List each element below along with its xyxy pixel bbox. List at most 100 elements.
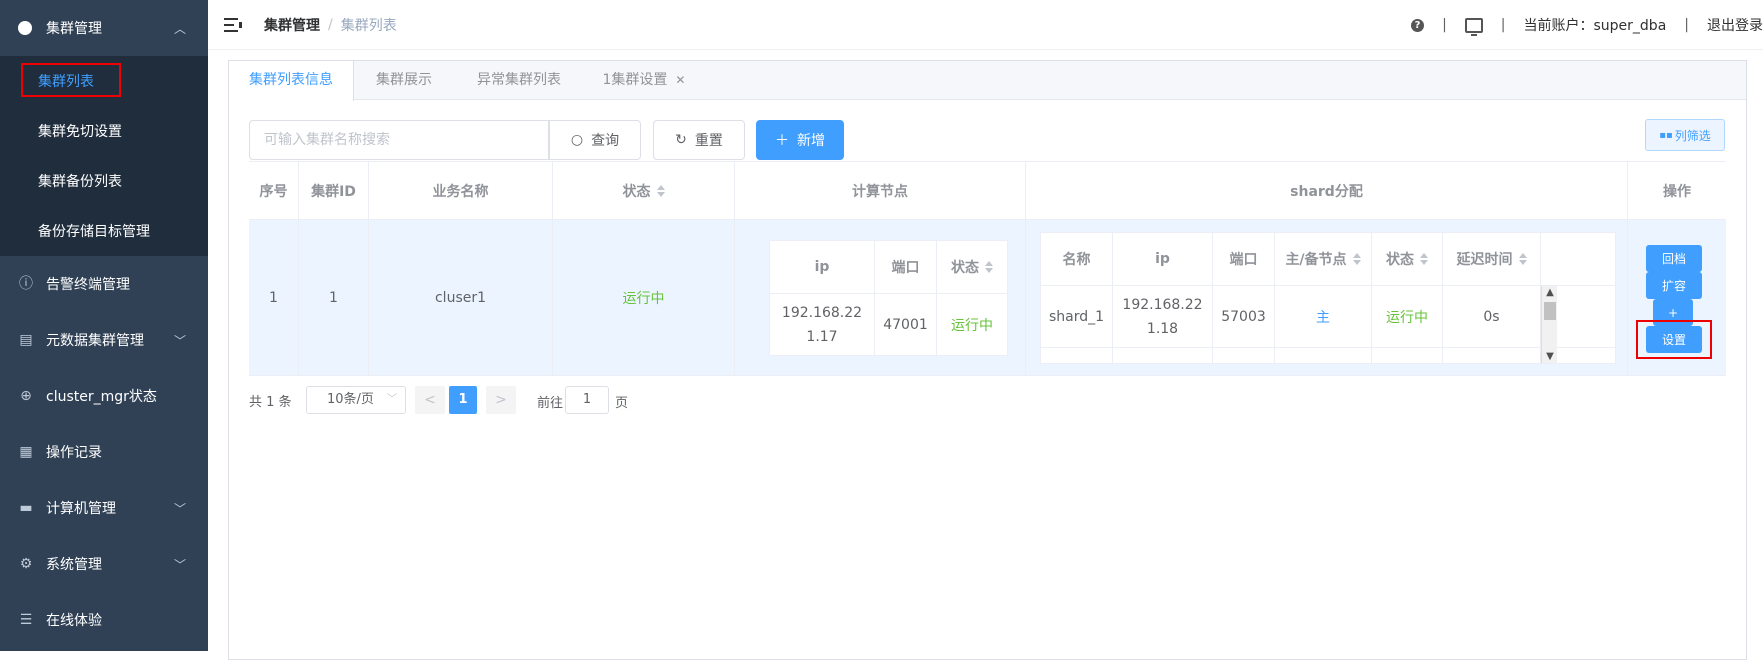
scroll-up-icon[interactable]: ▲: [1542, 286, 1558, 300]
breadcrumb-item[interactable]: 集群管理: [264, 15, 320, 35]
shard-col-role[interactable]: 主/备节点: [1275, 233, 1372, 285]
compute-col-status[interactable]: 状态: [937, 241, 1007, 293]
shard-col-delay[interactable]: 延迟时间: [1443, 233, 1541, 285]
sort-icon[interactable]: [985, 261, 993, 273]
chevron-down-icon: ﹀: [173, 333, 186, 348]
sidebar-item-system-management[interactable]: ⚙ 系统管理 ﹀: [0, 536, 208, 592]
sidebar-group-cluster-management[interactable]: 集群管理 ︿: [0, 0, 208, 56]
shard-cell-role: 主: [1275, 286, 1372, 347]
compute-row: 192.168.221.17 47001 运行中: [770, 294, 1007, 355]
compute-cell-ip: 192.168.221.17: [770, 294, 875, 355]
col-header-shard: shard分配: [1026, 162, 1628, 219]
page-size-select[interactable]: 10条/页 ﹀: [306, 386, 406, 414]
button-label: 新增: [797, 133, 825, 149]
sort-icon[interactable]: [1518, 253, 1527, 265]
scroll-down-icon[interactable]: ▼: [1542, 350, 1558, 363]
sort-icon[interactable]: [656, 184, 665, 197]
tab-label: 1集群设置: [602, 72, 668, 88]
reset-button[interactable]: ↻ 重置: [653, 120, 745, 160]
info-circle-icon: ⓘ: [19, 276, 33, 292]
tab-label: 集群列表信息: [249, 72, 333, 88]
shard-cell-ip: 192.168.221.18: [1113, 286, 1213, 347]
sidebar-item-backup-list[interactable]: 集群备份列表: [0, 156, 208, 206]
compute-nodes-table: ip 端口 状态 192.168.221.17 47001 运行中: [769, 240, 1008, 356]
sidebar-item-backup-storage[interactable]: 备份存储目标管理: [0, 206, 208, 256]
shard-scrollbar[interactable]: ▲ ▼: [1541, 286, 1558, 363]
col-header-name: 业务名称: [369, 162, 553, 219]
shard-table: 名称 ip 端口 主/备节点 状态 延迟时间 shard_1 192.168.2…: [1040, 232, 1616, 364]
sidebar-item-label: 告警终端管理: [46, 277, 130, 293]
highlight-box: [1636, 320, 1712, 359]
sort-icon[interactable]: [1352, 253, 1361, 265]
column-filter-button[interactable]: ▪▪ 列筛选: [1645, 119, 1725, 151]
content-card: 集群列表信息 集群展示 异常集群列表 1集群设置 ✕ 可输入集群名称搜索 ○ 查询 …: [228, 60, 1747, 660]
cell-name: cluser1: [369, 220, 553, 375]
col-header-index: 序号: [249, 162, 299, 219]
cluster-circle-icon: [18, 21, 32, 35]
cell-index: 1: [249, 220, 299, 375]
pagination-total: 共 1 条: [249, 394, 292, 410]
help-icon[interactable]: ?: [1411, 18, 1425, 32]
gear-icon: ⚙: [19, 556, 33, 572]
sidebar-item-label: 在线体验: [46, 613, 102, 629]
chevron-down-icon: ﹀: [173, 501, 186, 516]
next-page-button[interactable]: >: [486, 386, 516, 414]
sidebar-item-switchover-settings[interactable]: 集群免切设置: [0, 106, 208, 156]
page-number[interactable]: 1: [449, 386, 477, 414]
hamburger-icon[interactable]: [224, 17, 242, 32]
header-right: ? | | 当前账户：super_dba | 退出登录: [1411, 0, 1763, 50]
prev-page-button[interactable]: <: [415, 386, 445, 414]
rollback-button[interactable]: 回档: [1646, 245, 1702, 272]
sidebar-item-label: cluster_mgr状态: [46, 389, 157, 405]
sidebar-item-label: 集群备份列表: [38, 174, 122, 190]
col-header-cluster-id: 集群ID: [299, 162, 369, 219]
tab-abnormal-clusters[interactable]: 异常集群列表: [454, 61, 584, 100]
table-row[interactable]: 1 1 cluser1 运行中 ip 端口 状态 192.168.221.17 …: [249, 220, 1726, 376]
sidebar-item-label: 备份存储目标管理: [38, 224, 150, 240]
page-size-value: 10条/页: [327, 392, 374, 407]
scrollbar-thumb[interactable]: [1544, 302, 1556, 320]
shard-row: shard_1 192.168.221.18 57003 主 运行中 0s: [1041, 286, 1615, 348]
close-icon[interactable]: ✕: [675, 73, 685, 87]
logout-link[interactable]: 退出登录: [1707, 15, 1763, 35]
add-button[interactable]: ＋ 新增: [756, 120, 844, 160]
compute-cell-status: 运行中: [951, 317, 993, 334]
sidebar-group-label: 集群管理: [46, 21, 102, 37]
tab-label: 集群展示: [376, 72, 432, 88]
cell-cluster-id: 1: [299, 220, 369, 375]
sidebar-item-label: 操作记录: [46, 445, 102, 461]
tab-cluster-display[interactable]: 集群展示: [354, 61, 454, 100]
sidebar-item-operation-log[interactable]: ▦ 操作记录: [0, 424, 208, 480]
sidebar-item-online-trial[interactable]: ☰ 在线体验: [0, 592, 208, 648]
monitor-icon: ▬: [19, 500, 33, 516]
tab-cluster-settings[interactable]: 1集群设置 ✕: [584, 61, 704, 100]
tab-cluster-list-info[interactable]: 集群列表信息: [229, 61, 354, 101]
shard-header: 名称 ip 端口 主/备节点 状态 延迟时间: [1041, 233, 1615, 286]
table-header-row: 序号 集群ID 业务名称 状态 计算节点 shard分配 操作: [249, 161, 1726, 220]
search-input[interactable]: 可输入集群名称搜索: [249, 120, 549, 160]
goto-page-input[interactable]: 1: [565, 386, 609, 414]
monitor-icon[interactable]: [1464, 17, 1483, 36]
col-header-compute-nodes: 计算节点: [735, 162, 1026, 219]
sidebar-item-alarm-terminal[interactable]: ⓘ 告警终端管理: [0, 256, 208, 312]
breadcrumb-current: 集群列表: [340, 17, 397, 34]
sort-icon[interactable]: [1420, 253, 1428, 265]
expand-button[interactable]: 扩容: [1646, 272, 1702, 299]
breadcrumb: 集群管理 / 集群列表: [264, 15, 397, 35]
plus-icon: ＋: [775, 133, 789, 149]
database-icon: ☰: [19, 612, 33, 628]
grid-icon: ▪▪: [1659, 129, 1673, 141]
col-header-status[interactable]: 状态: [553, 162, 735, 219]
sidebar-item-computer-management[interactable]: ▬ 计算机管理 ﹀: [0, 480, 208, 536]
top-header: 集群管理 / 集群列表 ? | | 当前账户：super_dba | 退出登录: [208, 0, 1763, 50]
query-button[interactable]: ○ 查询: [549, 120, 641, 160]
account-text: 当前账户：super_dba: [1523, 18, 1667, 34]
sidebar-item-metadata-cluster[interactable]: ▤ 元数据集群管理 ﹀: [0, 312, 208, 368]
sidebar-item-cluster-mgr[interactable]: ⊕ cluster_mgr状态: [0, 368, 208, 424]
button-label: 重置: [694, 133, 723, 149]
cell-status: 运行中: [553, 220, 735, 375]
pagination: 共 1 条 10条/页 ﹀ < 1 > 前往 1 页: [249, 386, 669, 414]
shard-col-status[interactable]: 状态: [1372, 233, 1443, 285]
chevron-down-icon: ﹀: [387, 394, 397, 405]
sidebar-item-label: 集群免切设置: [38, 124, 122, 140]
